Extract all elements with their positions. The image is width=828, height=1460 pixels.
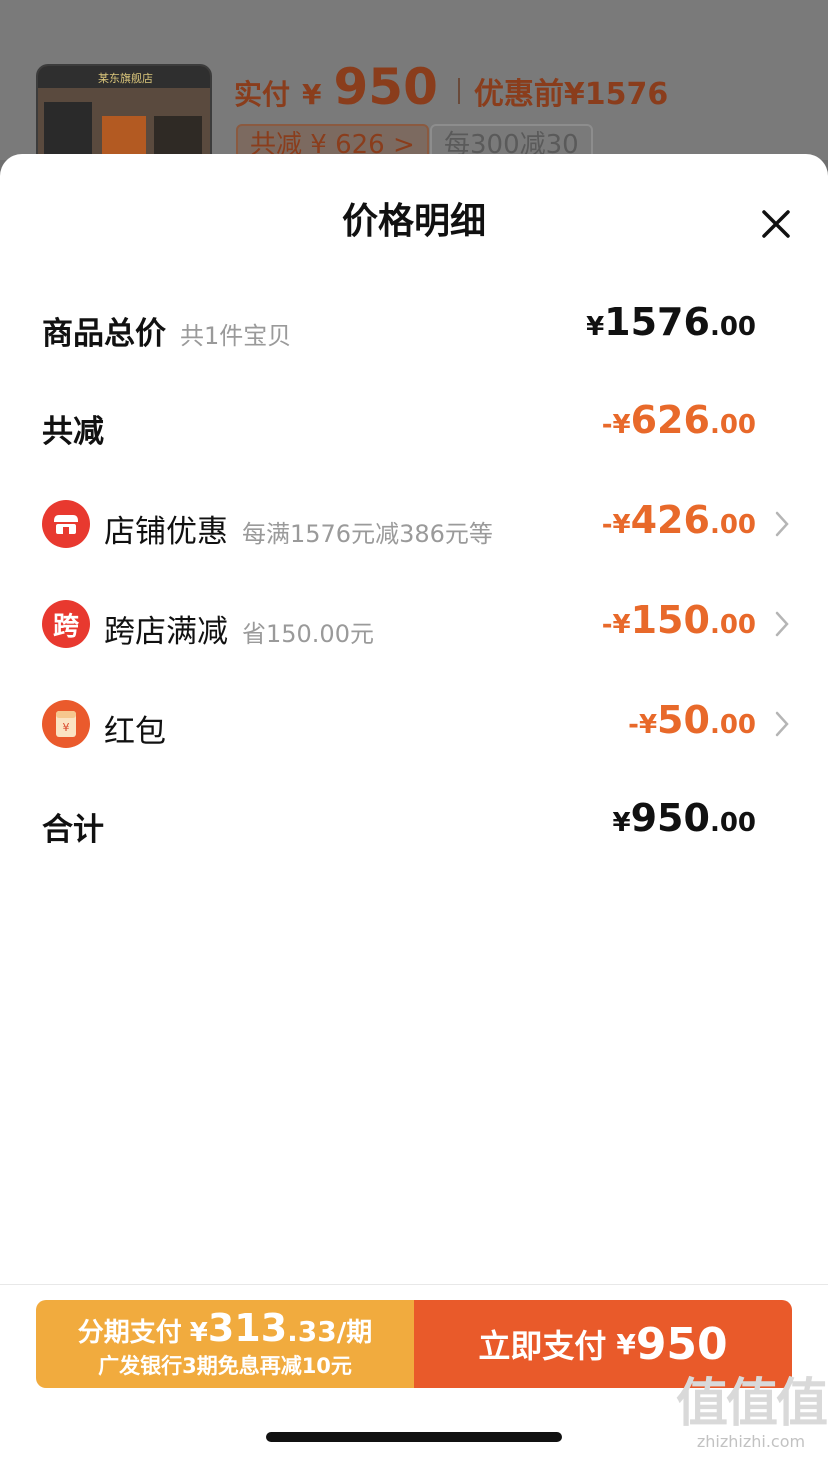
red-packet-amount: -¥ 50.00 [628, 698, 756, 742]
store-discount-label: 店铺优惠 [104, 514, 228, 550]
sum-label: 合计 [42, 812, 104, 848]
footer-divider [0, 1284, 828, 1285]
installment-note: 广发银行3期免息再减10元 [98, 1354, 352, 1378]
total-price-label: 商品总价 [42, 316, 166, 352]
cross-store-amount: -¥ 150.00 [601, 598, 756, 642]
row-store-discount[interactable]: 店铺优惠 每满1576元减386元等 -¥ 426.00 [0, 494, 828, 554]
row-total-discount: 共减 -¥ 626.00 [0, 394, 828, 454]
item-count: 共1件宝贝 [180, 322, 292, 350]
background-price: 实付 ¥ 950 优惠前 ¥1576 [234, 58, 668, 116]
row-cross-store-discount[interactable]: 跨 跨店满减 省150.00元 -¥ 150.00 [0, 594, 828, 654]
background-page: 某东旗舰店 实付 ¥ 950 优惠前 ¥1576 共减 ¥ 626 > 每300… [0, 0, 828, 178]
before-label: 优惠前 [473, 77, 564, 112]
paid-amount: 950 [333, 58, 438, 116]
red-packet-label: 红包 [104, 714, 166, 750]
sheet-title: 价格明细 [341, 201, 486, 242]
cross-store-icon: 跨 [42, 600, 90, 648]
store-icon [42, 500, 90, 548]
svg-text:¥: ¥ [63, 721, 70, 734]
chevron-right-icon [775, 711, 789, 737]
row-red-packet[interactable]: ¥ 红包 -¥ 50.00 [0, 694, 828, 754]
paid-currency: ¥ [302, 78, 322, 111]
installment-amount: 313 [207, 1306, 288, 1350]
watermark: 值值值 zhizhizhi.com [676, 1374, 828, 1451]
total-price-amount: ¥1576.00 [586, 300, 756, 344]
row-sum: 合计 ¥950.00 [0, 792, 828, 852]
close-icon[interactable] [756, 204, 796, 244]
thumbnail-store-text: 某东旗舰店 [98, 72, 153, 85]
price-detail-sheet: 价格明细 商品总价 共1件宝贝 ¥1576.00 共减 -¥ 626.00 店铺优惠… [0, 154, 828, 1460]
store-discount-desc: 每满1576元减386元等 [242, 520, 493, 548]
home-indicator [266, 1432, 562, 1442]
cross-store-desc: 省150.00元 [242, 620, 374, 648]
sum-amount: ¥950.00 [612, 796, 756, 840]
chevron-right-icon [775, 611, 789, 637]
installment-pay-button[interactable]: 分期支付 ¥ 313 .33 /期 广发银行3期免息再减10元 [36, 1300, 414, 1388]
chevron-right-icon [775, 511, 789, 537]
red-packet-icon: ¥ [42, 700, 90, 748]
store-discount-amount: -¥ 426.00 [601, 498, 756, 542]
row-total-price: 商品总价 共1件宝贝 ¥1576.00 [0, 296, 828, 356]
cross-store-label: 跨店满减 [104, 614, 228, 650]
paid-label: 实付 [234, 78, 291, 111]
total-discount-amount: -¥ 626.00 [601, 398, 756, 442]
installment-label: 分期支付 [77, 1318, 182, 1348]
before-amount: ¥1576 [563, 77, 669, 112]
pay-now-label: 立即支付 [478, 1327, 607, 1365]
pay-now-amount: 950 [635, 1318, 728, 1370]
total-discount-label: 共减 [42, 414, 104, 450]
